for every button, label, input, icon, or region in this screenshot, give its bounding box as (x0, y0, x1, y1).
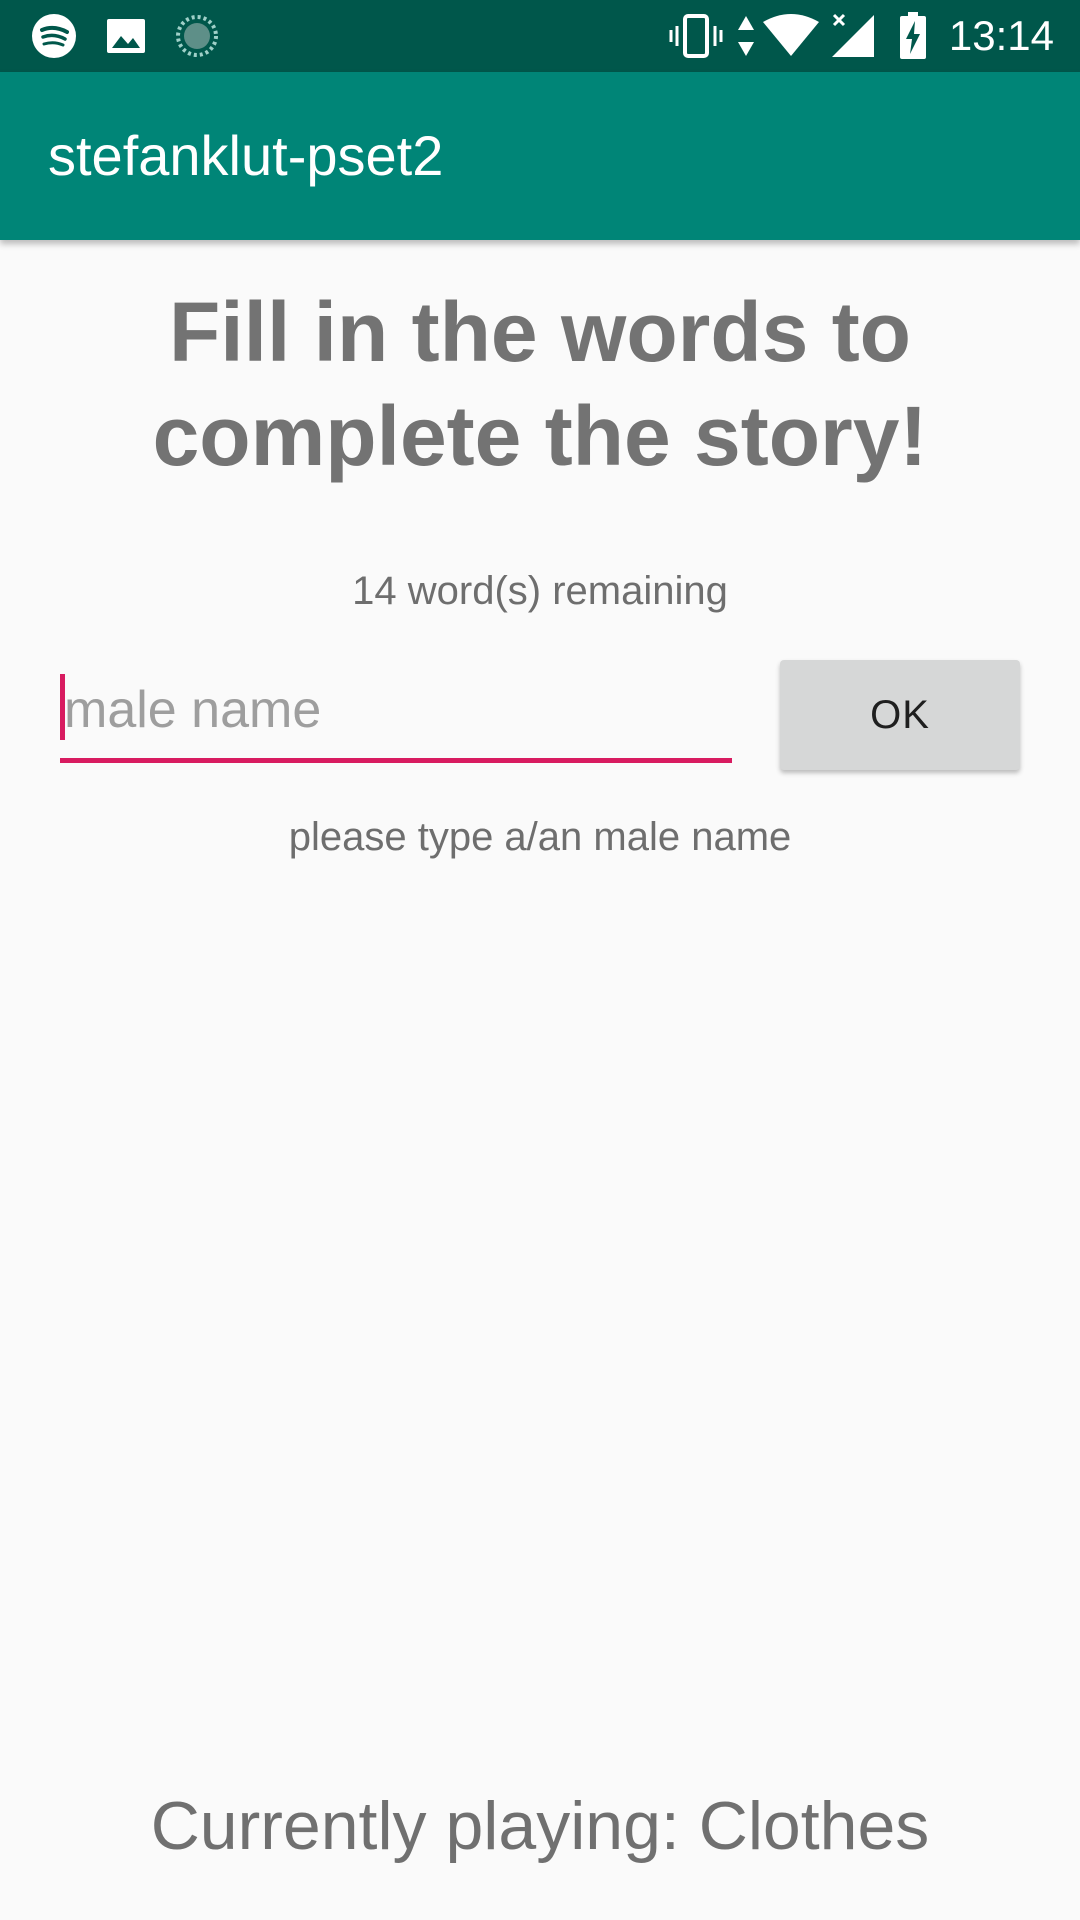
word-hint-text: please type a/an male name (288, 815, 792, 859)
words-remaining-text: 14 word(s) remaining (352, 569, 728, 613)
ok-button[interactable]: OK (780, 660, 1020, 770)
status-bar: 13:14 (0, 0, 1080, 72)
input-underline (60, 758, 732, 763)
status-time: 13:14 (948, 12, 1054, 59)
wifi-icon (762, 14, 820, 58)
image-icon (104, 14, 148, 58)
text-cursor (60, 674, 65, 740)
battery-charging-icon (898, 12, 928, 59)
vibrate-icon (668, 14, 724, 58)
page-heading: Fill in the words to complete the story! (152, 285, 928, 483)
app-title: stefanklut-pset2 (48, 124, 444, 187)
word-input-container (60, 664, 732, 764)
data-arrows-icon (736, 14, 756, 58)
currently-playing-text: Currently playing: Clothes (150, 1788, 930, 1864)
word-input[interactable] (60, 664, 732, 756)
app-bar: stefanklut-pset2 (0, 72, 1080, 240)
loading-icon (174, 14, 220, 58)
spotify-icon (30, 14, 78, 58)
cell-signal-icon (830, 13, 876, 58)
